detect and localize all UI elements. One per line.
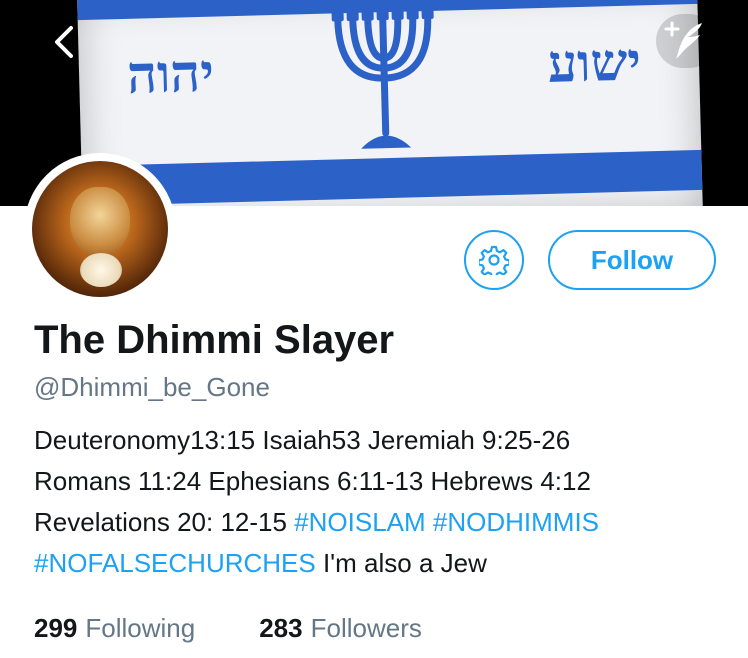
avatar-image-lion-lamb xyxy=(32,161,168,297)
quill-plus-icon xyxy=(664,21,702,59)
banner-hebrew-right: ישוע xyxy=(547,31,642,95)
following-stat[interactable]: 299 Following xyxy=(34,613,195,644)
hashtag-noislam[interactable]: #NOISLAM xyxy=(294,507,426,537)
hashtag-nodhimmis[interactable]: #NODHIMMIS xyxy=(433,507,599,537)
bio-line-2: Romans 11:24 Ephesians 6:11-13 Hebrews 4… xyxy=(34,466,591,496)
followers-label: Followers xyxy=(310,613,422,643)
follow-button[interactable]: Follow xyxy=(548,230,716,290)
lamb-shape xyxy=(80,253,122,287)
followers-count: 283 xyxy=(259,613,303,643)
profile-bio: Deuteronomy13:15 Isaiah53 Jeremiah 9:25-… xyxy=(34,420,724,584)
back-button[interactable] xyxy=(44,22,84,62)
avatar[interactable] xyxy=(24,153,176,305)
lion-face-shape xyxy=(70,187,130,257)
bio-line-3-text: Revelations 20: 12-15 xyxy=(34,507,295,537)
bio-line-1: Deuteronomy13:15 Isaiah53 Jeremiah 9:25-… xyxy=(34,425,571,455)
chevron-left-icon xyxy=(55,26,73,58)
gear-icon xyxy=(479,245,509,275)
banner-hebrew-left: יהוה xyxy=(126,42,215,106)
bio-line-4: #NOFALSECHURCHES I'm also a Jew xyxy=(34,543,724,584)
following-label: Following xyxy=(85,613,196,643)
bio-tail: I'm also a Jew xyxy=(315,548,487,578)
following-count: 299 xyxy=(34,613,78,643)
profile-handle: @Dhimmi_be_Gone xyxy=(34,372,270,402)
profile-name: The Dhimmi Slayer xyxy=(34,318,395,362)
israeli-flag-image: יהוה ישוע xyxy=(77,0,703,206)
hashtag-nofalsechurches[interactable]: #NOFALSECHURCHES xyxy=(34,548,316,578)
flag-stripe-bottom xyxy=(81,149,703,206)
settings-button[interactable] xyxy=(464,230,524,290)
compose-tweet-button[interactable] xyxy=(656,14,716,68)
followers-stat[interactable]: 283 Followers xyxy=(259,613,422,644)
profile-stats: 299 Following 283 Followers xyxy=(34,613,422,644)
menorah-icon xyxy=(331,4,434,149)
bio-line-3: Revelations 20: 12-15 #NOISLAM #NODHIMMI… xyxy=(34,502,724,543)
